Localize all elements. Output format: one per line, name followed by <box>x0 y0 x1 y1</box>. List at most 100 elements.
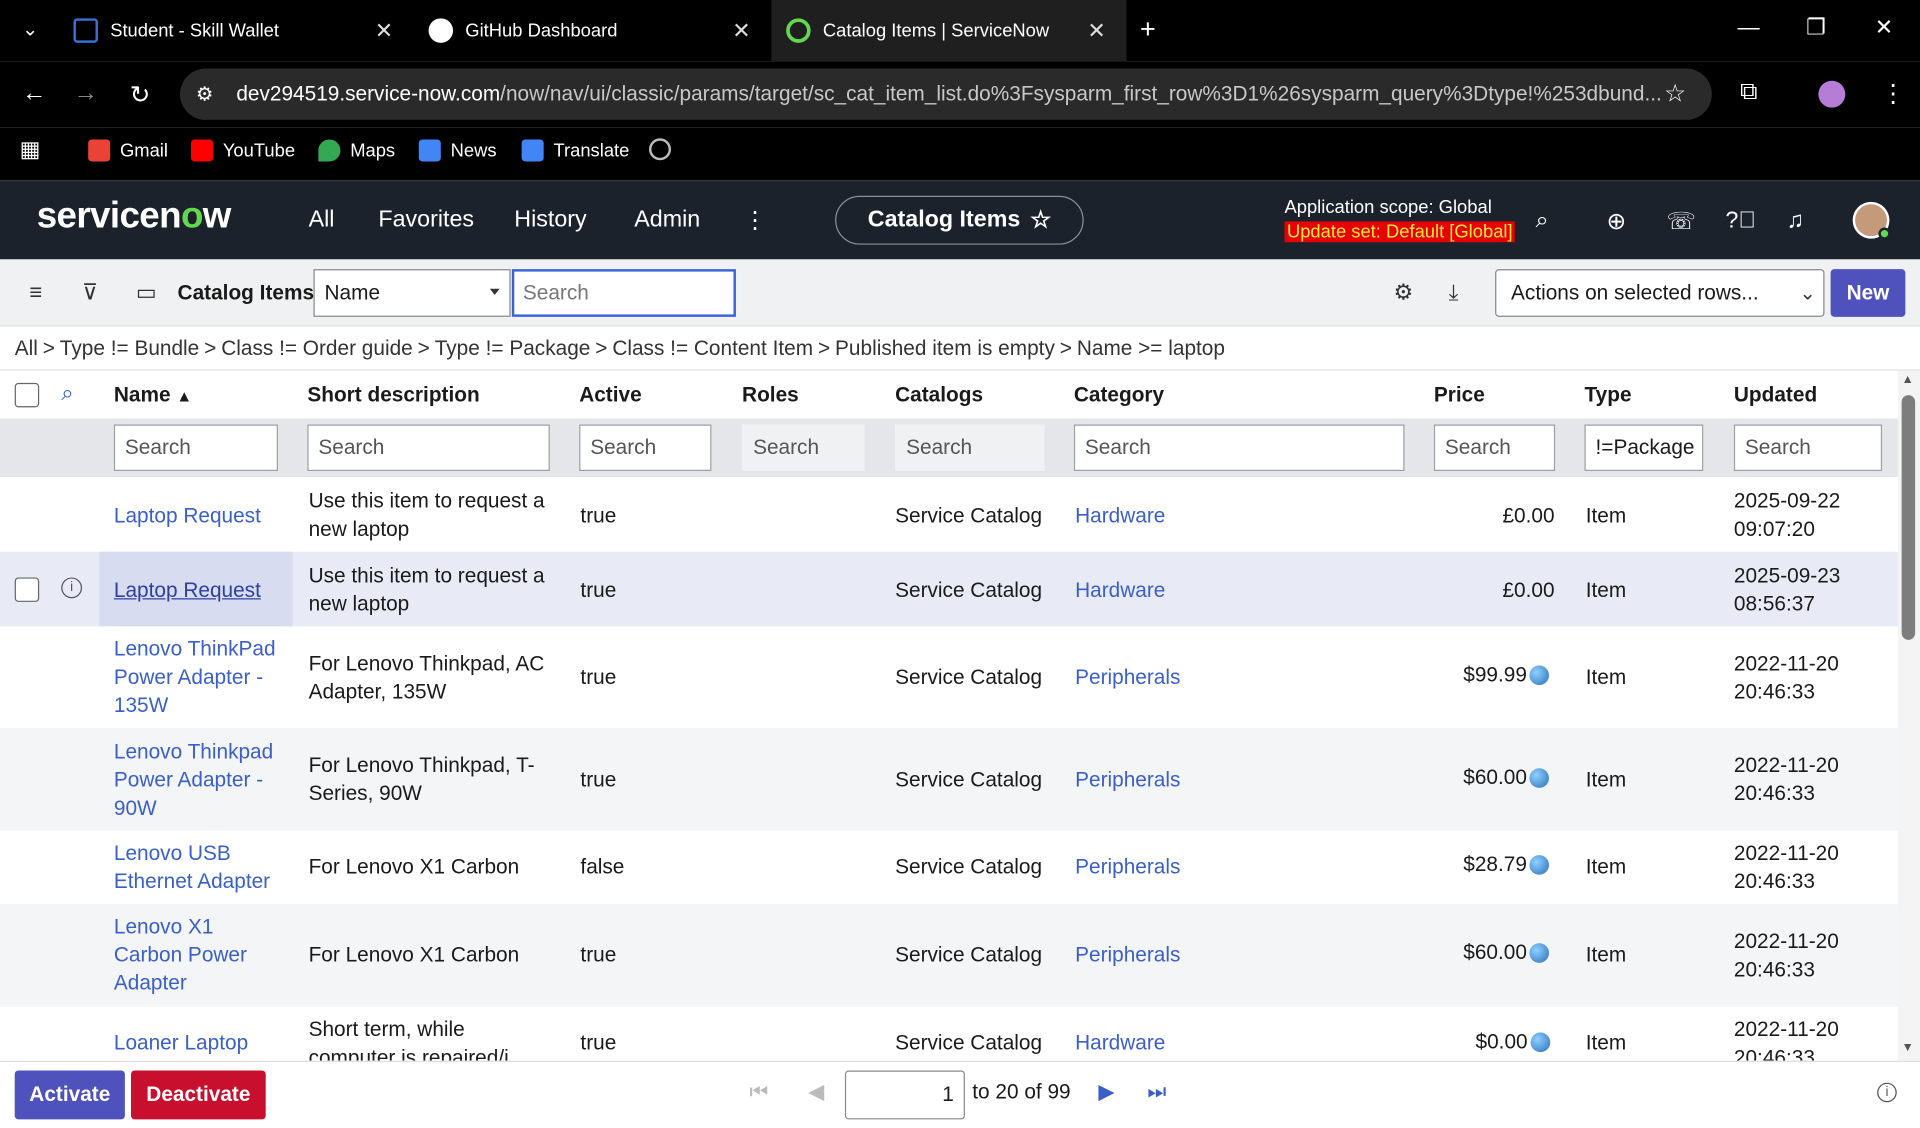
tab-skill-wallet[interactable]: Student - Skill Wallet ✕ <box>59 0 414 61</box>
filter-name-input[interactable]: Search <box>113 424 278 472</box>
search-field-select[interactable]: Name <box>313 269 511 317</box>
list-info-icon[interactable]: i <box>1877 1082 1897 1103</box>
column-header-type[interactable]: Type <box>1585 383 1632 407</box>
list-search-input[interactable]: Search <box>511 269 736 317</box>
column-header-active[interactable]: Active <box>579 383 641 407</box>
bookmark-maps[interactable]: Maps <box>318 138 395 162</box>
new-tab-icon[interactable]: + <box>1140 13 1156 45</box>
activate-button[interactable]: Activate <box>14 1070 125 1120</box>
chat-icon[interactable]: ☏ <box>1667 208 1696 236</box>
update-set[interactable]: Update set: Default [Global] <box>1284 221 1516 243</box>
close-tab-icon[interactable]: ✕ <box>732 18 750 44</box>
row-category-link[interactable]: Peripherals <box>1075 853 1180 881</box>
column-header-name[interactable]: Name ▲ <box>114 383 192 407</box>
column-header-price[interactable]: Price <box>1434 383 1485 407</box>
filter-category-input[interactable]: Search <box>1073 424 1405 472</box>
hamburger-menu-icon[interactable]: ≡ <box>29 280 42 306</box>
tab-catalog-items[interactable]: Catalog Items | ServiceNow ✕ <box>771 0 1127 62</box>
list-comment-icon[interactable]: ▭ <box>136 280 157 306</box>
filter-icon[interactable]: ⊽ <box>82 280 98 306</box>
menu-all[interactable]: All <box>309 207 335 234</box>
filter-active-input[interactable]: Search <box>579 424 712 472</box>
notifications-bell-icon[interactable]: ♫ <box>1787 208 1804 235</box>
breadcrumb-item[interactable]: Type != Bundle <box>60 336 199 359</box>
scrollbar-thumb[interactable] <box>1901 395 1916 640</box>
search-icon[interactable]: ⌕ <box>1536 208 1549 235</box>
last-page-icon[interactable]: ⏭ <box>1147 1080 1166 1104</box>
row-name-link[interactable]: Lenovo X1 Carbon Power Adapter <box>114 913 247 997</box>
application-scope[interactable]: Application scope: Global <box>1285 197 1492 218</box>
servicenow-logo[interactable]: servicenow <box>37 196 232 238</box>
module-title-pill[interactable]: Catalog Items ☆ <box>835 195 1084 245</box>
filter-price-input[interactable]: Search <box>1433 424 1556 472</box>
scroll-up-arrow-icon[interactable]: ▲ <box>1902 373 1914 386</box>
restore-icon[interactable]: ❐ <box>1806 15 1826 41</box>
globe-bookmark-icon[interactable] <box>648 138 672 161</box>
tab-search-icon[interactable]: ⌄ <box>22 17 38 41</box>
bookmark-translate[interactable]: Translate <box>521 138 629 162</box>
row-category-link[interactable]: Hardware <box>1075 1029 1165 1057</box>
favorite-star-icon[interactable]: ☆ <box>1030 206 1051 234</box>
bookmark-news[interactable]: News <box>418 138 497 162</box>
help-icon[interactable]: ?⃝ <box>1725 208 1755 235</box>
next-page-icon[interactable]: ▶ <box>1098 1080 1114 1104</box>
scroll-down-arrow-icon[interactable]: ▼ <box>1902 1041 1914 1054</box>
column-header-short-description[interactable]: Short description <box>307 383 479 407</box>
breadcrumb-item[interactable]: Type != Package <box>435 336 591 359</box>
browser-menu-icon[interactable]: ⋮ <box>1881 78 1905 109</box>
row-name-link[interactable]: Laptop Request <box>114 502 261 530</box>
menu-favorites[interactable]: Favorites <box>378 207 474 234</box>
reload-icon[interactable]: ↻ <box>130 80 151 111</box>
site-info-icon[interactable]: ⚙ <box>196 82 214 106</box>
gear-icon[interactable]: ⚙ <box>1393 280 1413 306</box>
breadcrumb-item[interactable]: All <box>15 336 38 359</box>
back-icon[interactable]: ← <box>22 80 46 108</box>
column-header-catalogs[interactable]: Catalogs <box>895 383 983 407</box>
menu-history[interactable]: History <box>514 207 586 234</box>
row-name-link[interactable]: Loaner Laptop <box>114 1029 248 1057</box>
bookmark-gmail[interactable]: Gmail <box>88 138 168 162</box>
menu-admin[interactable]: Admin <box>634 207 700 234</box>
breadcrumb-item[interactable]: Class != Content Item <box>612 336 813 359</box>
column-search-icon[interactable]: ⌕ <box>61 380 73 406</box>
row-category-link[interactable]: Hardware <box>1075 576 1165 604</box>
row-name-link[interactable]: Lenovo USB Ethernet Adapter <box>114 839 270 895</box>
bookmark-star-icon[interactable]: ☆ <box>1664 78 1686 109</box>
globe-icon[interactable]: ⊕ <box>1607 208 1626 236</box>
url-bar[interactable]: dev294519.service-now.com/now/nav/ui/cla… <box>180 68 1712 120</box>
breadcrumb-item[interactable]: Name >= laptop <box>1077 336 1225 359</box>
extensions-icon[interactable]: ⧉ <box>1740 78 1757 106</box>
column-header-roles[interactable]: Roles <box>742 383 799 407</box>
filter-short-description-input[interactable]: Search <box>307 424 550 472</box>
column-header-category[interactable]: Category <box>1074 383 1164 407</box>
apps-grid-icon[interactable]: ▦ <box>20 137 41 163</box>
row-checkbox[interactable] <box>14 577 40 602</box>
first-page-icon[interactable]: ⏮ <box>749 1080 768 1104</box>
row-category-link[interactable]: Peripherals <box>1075 941 1180 969</box>
column-header-updated[interactable]: Updated <box>1734 383 1817 407</box>
close-window-icon[interactable]: ✕ <box>1875 15 1893 41</box>
download-icon[interactable]: ⤓ <box>1449 280 1459 306</box>
previous-page-icon[interactable]: ◀ <box>808 1080 824 1104</box>
user-avatar[interactable] <box>1852 201 1891 240</box>
row-name-link[interactable]: Lenovo ThinkPad Power Adapter -135W <box>114 635 276 719</box>
breadcrumb-item[interactable]: Class != Order guide <box>221 336 413 359</box>
bookmark-youtube[interactable]: YouTube <box>191 138 295 162</box>
new-button[interactable]: New <box>1830 269 1906 317</box>
deactivate-button[interactable]: Deactivate <box>131 1070 266 1120</box>
row-category-link[interactable]: Peripherals <box>1075 663 1180 691</box>
actions-select[interactable]: Actions on selected rows... ⌄ <box>1495 269 1825 317</box>
tab-github-dashboard[interactable]: GitHub Dashboard ✕ <box>416 0 771 61</box>
filter-updated-input[interactable]: Search <box>1733 424 1883 472</box>
filter-type-input[interactable]: !=Package <box>1584 424 1704 472</box>
row-name-link[interactable]: Lenovo Thinkpad Power Adapter -90W <box>114 738 273 822</box>
more-menu-icon[interactable]: ⋮ <box>743 207 766 235</box>
page-number-input[interactable]: 1 <box>844 1070 965 1120</box>
breadcrumb-item[interactable]: Published item is empty <box>835 336 1055 359</box>
select-all-checkbox[interactable] <box>14 382 40 408</box>
close-tab-icon[interactable]: ✕ <box>1087 18 1105 44</box>
minimize-icon[interactable]: — <box>1738 15 1760 41</box>
profile-avatar-icon[interactable] <box>1818 80 1846 108</box>
close-tab-icon[interactable]: ✕ <box>375 18 393 44</box>
row-name-link[interactable]: Laptop Request <box>114 576 261 604</box>
